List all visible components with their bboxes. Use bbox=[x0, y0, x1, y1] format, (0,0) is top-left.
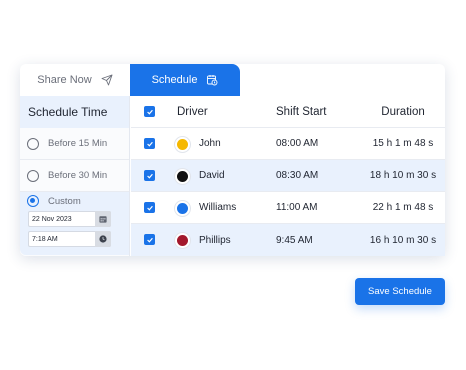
shift-start: 9:45 AM bbox=[276, 234, 313, 246]
row-checkbox[interactable] bbox=[144, 234, 155, 245]
custom-radio-row[interactable]: Custom bbox=[20, 195, 129, 207]
driver-name: John bbox=[199, 138, 221, 149]
date-field[interactable]: 22 Nov 2023 bbox=[28, 211, 111, 227]
schedule-time-title: Schedule Time bbox=[20, 96, 129, 128]
driver-color-dot bbox=[177, 171, 188, 182]
option-before-15-min[interactable]: Before 15 Min bbox=[20, 128, 129, 160]
shift-start: 11:00 AM bbox=[276, 202, 318, 213]
tab-schedule-label: Schedule bbox=[151, 74, 198, 86]
send-icon bbox=[101, 74, 113, 86]
date-value: 22 Nov 2023 bbox=[32, 215, 72, 223]
time-value: 7:18 AM bbox=[32, 235, 58, 243]
schedule-time-panel: Schedule Time Before 15 Min Before 30 Mi… bbox=[20, 96, 130, 256]
select-all-checkbox[interactable] bbox=[144, 106, 155, 117]
driver-color-dot bbox=[177, 203, 188, 214]
row-checkbox[interactable] bbox=[144, 138, 155, 149]
duration: 15 h 1 m 48 s bbox=[372, 138, 434, 149]
tab-share-now[interactable]: Share Now bbox=[20, 64, 130, 96]
radio-button[interactable] bbox=[27, 169, 39, 182]
radio-button-selected[interactable] bbox=[27, 195, 39, 207]
table-row[interactable]: John 08:00 AM 15 h 1 m 48 s bbox=[131, 128, 445, 160]
radio-button[interactable] bbox=[27, 137, 39, 150]
table-row[interactable]: Williams 11:00 AM 22 h 1 m 48 s bbox=[131, 192, 445, 224]
tab-schedule[interactable]: Schedule bbox=[130, 64, 240, 96]
row-checkbox[interactable] bbox=[144, 170, 155, 181]
time-field[interactable]: 7:18 AM bbox=[28, 231, 111, 247]
row-checkbox[interactable] bbox=[144, 202, 155, 213]
shift-start: 08:00 AM bbox=[276, 138, 319, 149]
clock-icon[interactable] bbox=[95, 231, 111, 247]
option-label: Before 30 Min bbox=[48, 170, 108, 181]
shift-start: 08:30 AM bbox=[276, 170, 319, 181]
header-driver: Driver bbox=[177, 105, 208, 118]
drivers-table: Driver Shift Start Duration John 08:00 A… bbox=[131, 96, 445, 256]
duration: 18 h 10 m 30 s bbox=[369, 170, 437, 181]
table-row[interactable]: Phillips 9:45 AM 16 h 10 m 30 s bbox=[131, 224, 445, 256]
option-label: Before 15 Min bbox=[48, 138, 108, 149]
duration: 22 h 1 m 48 s bbox=[372, 202, 434, 213]
header-duration: Duration bbox=[381, 105, 425, 118]
driver-name: Williams bbox=[199, 202, 237, 213]
driver-name: David bbox=[199, 170, 225, 181]
table-row[interactable]: David 08:30 AM 18 h 10 m 30 s bbox=[131, 160, 445, 192]
save-schedule-button[interactable]: Save Schedule bbox=[355, 278, 445, 305]
option-custom: Custom 22 Nov 2023 7:18 AM bbox=[20, 192, 129, 255]
tab-share-now-label: Share Now bbox=[37, 74, 92, 86]
calendar-clock-icon bbox=[206, 74, 218, 86]
driver-color-dot bbox=[177, 139, 188, 150]
duration: 16 h 10 m 30 s bbox=[369, 234, 437, 246]
option-before-30-min[interactable]: Before 30 Min bbox=[20, 160, 129, 192]
option-label: Custom bbox=[48, 195, 81, 207]
table-header-row: Driver Shift Start Duration bbox=[131, 96, 445, 128]
driver-name: Phillips bbox=[199, 234, 231, 246]
driver-color-dot bbox=[177, 235, 188, 246]
calendar-icon[interactable] bbox=[95, 211, 111, 227]
header-shift-start: Shift Start bbox=[276, 105, 327, 118]
